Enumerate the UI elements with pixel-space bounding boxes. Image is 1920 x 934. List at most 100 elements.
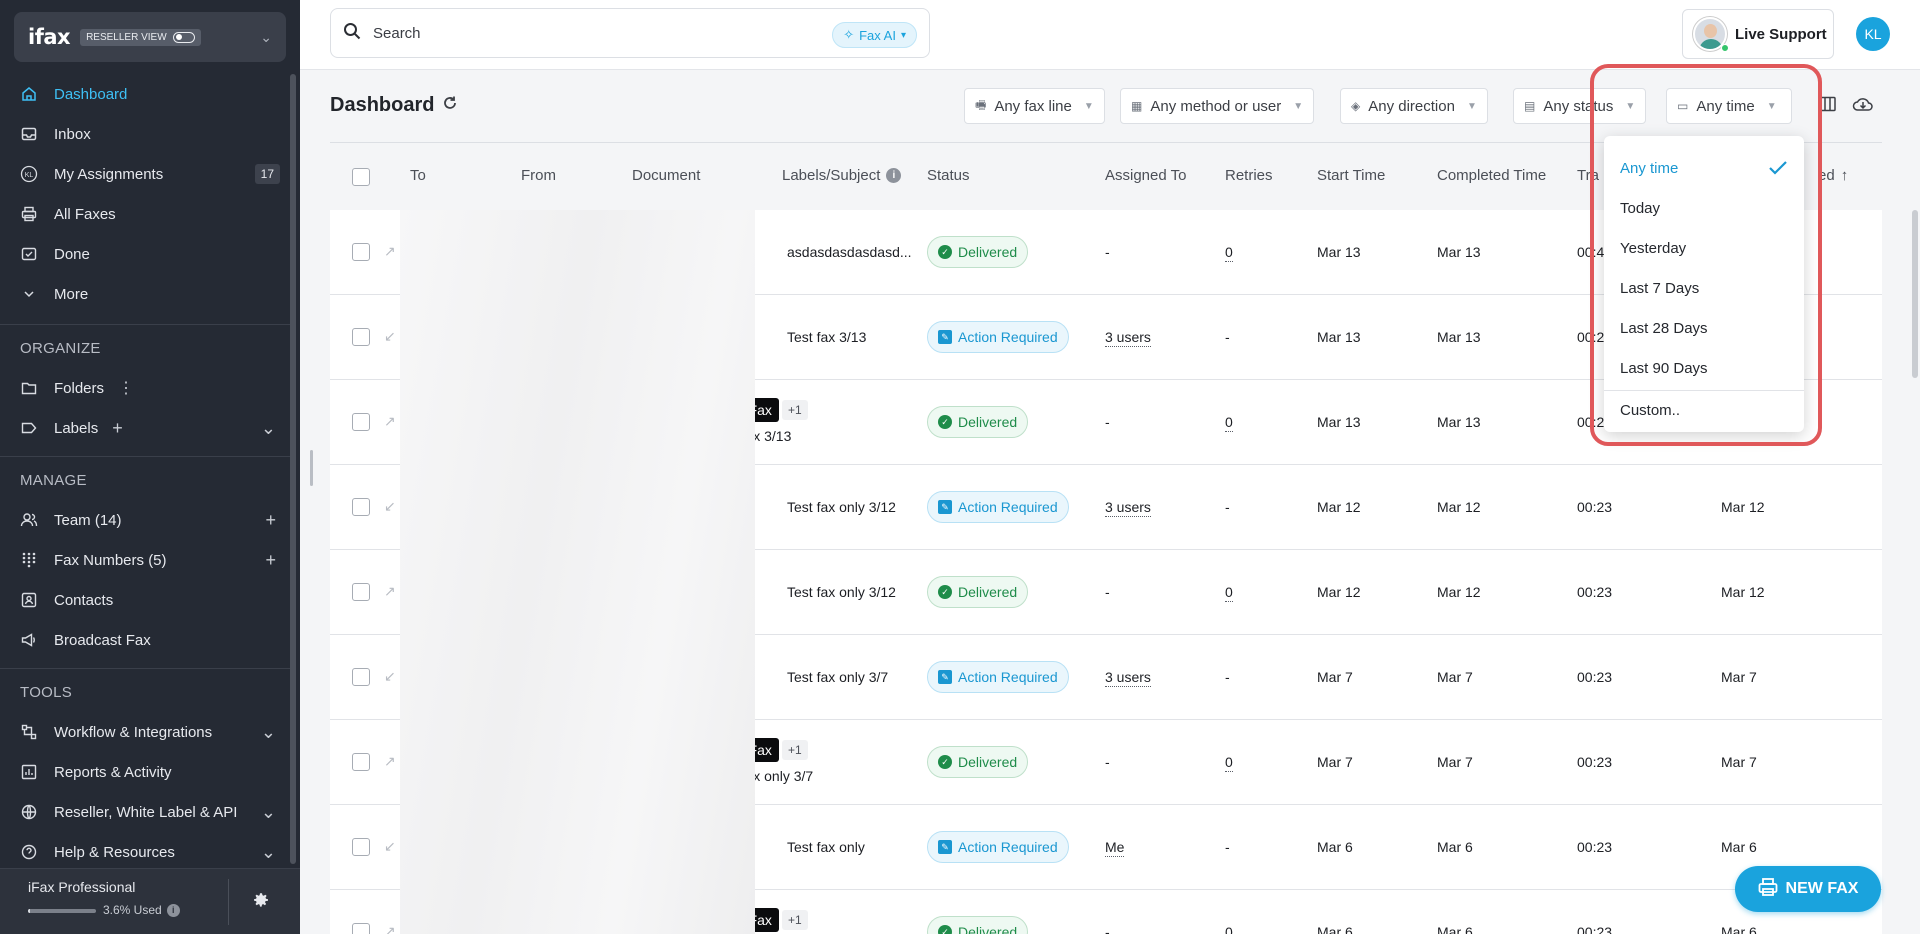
chevron-down-icon[interactable]: ⌄	[260, 29, 272, 46]
plan-footer: iFax Professional 3.6% Used i	[0, 868, 300, 934]
resize-handle[interactable]	[310, 450, 313, 486]
home-icon	[20, 85, 38, 103]
add-team-icon[interactable]: +	[265, 510, 276, 531]
row-checkbox[interactable]	[352, 668, 370, 686]
row-checkbox[interactable]	[352, 498, 370, 516]
column-header-status[interactable]: Status	[927, 167, 970, 184]
sidebar-item-label: Folders	[54, 379, 105, 397]
inbox-icon	[20, 125, 38, 143]
filter-direction[interactable]: ◈ Any direction ▼	[1340, 88, 1488, 124]
row-checkbox[interactable]	[352, 838, 370, 856]
gear-icon[interactable]	[252, 891, 270, 914]
filter-fax-line[interactable]: 🖷 Any fax line ▼	[964, 88, 1105, 124]
sidebar-item-contacts[interactable]: Contacts	[0, 580, 290, 620]
sidebar-item-all-faxes[interactable]: All Faxes	[0, 194, 290, 234]
search-icon	[343, 22, 361, 45]
sidebar-item-done[interactable]: Done	[0, 234, 290, 274]
kebab-menu-icon[interactable]: ⋮	[118, 378, 134, 398]
chevron-down-icon[interactable]: ⌄	[261, 722, 276, 743]
column-header-start-time[interactable]: Start Time	[1317, 167, 1385, 184]
add-fax-number-icon[interactable]: +	[265, 550, 276, 571]
sidebar-item-team[interactable]: Team (14) +	[0, 500, 290, 540]
sidebar-item-workflow[interactable]: Workflow & Integrations ⌄	[0, 712, 290, 752]
chevron-down-icon[interactable]: ⌄	[261, 842, 276, 863]
toggle-switch-icon[interactable]	[172, 31, 195, 43]
more-labels-badge[interactable]: +1	[782, 910, 808, 930]
sidebar-item-broadcast-fax[interactable]: Broadcast Fax	[0, 620, 290, 660]
sidebar-item-help[interactable]: Help & Resources ⌄	[0, 832, 290, 872]
section-title-tools: TOOLS	[20, 684, 73, 701]
column-header-last[interactable]: ed ↑	[1818, 167, 1848, 184]
completed-time: Mar 12	[1437, 584, 1481, 600]
row-checkbox[interactable]	[352, 753, 370, 771]
sidebar-item-dashboard[interactable]: Dashboard	[0, 74, 290, 114]
column-header-retries[interactable]: Retries	[1225, 167, 1273, 184]
column-header-document[interactable]: Document	[632, 167, 700, 184]
select-all-checkbox[interactable]	[352, 168, 370, 186]
assigned-to[interactable]: 3 users	[1105, 329, 1151, 347]
row-checkbox[interactable]	[352, 243, 370, 261]
chart-icon	[20, 763, 38, 781]
row-checkbox[interactable]	[352, 413, 370, 431]
status-badge: ✎ Action Required	[927, 661, 1069, 693]
live-support-button[interactable]: Live Support	[1682, 9, 1834, 59]
account-switcher[interactable]: ifax RESELLER VIEW ⌄	[14, 12, 286, 62]
action-required-icon: ✎	[938, 670, 952, 684]
sidebar-item-inbox[interactable]: Inbox	[0, 114, 290, 154]
info-icon[interactable]: i	[166, 903, 180, 917]
column-header-to[interactable]: To	[410, 167, 426, 184]
status-badge: ✎ Action Required	[927, 321, 1069, 353]
done-box-icon	[20, 245, 38, 263]
contacts-icon	[20, 591, 38, 609]
sidebar-scrollbar[interactable]	[290, 74, 296, 864]
search-input[interactable]: Search ✧ Fax AI ▾	[330, 8, 930, 58]
cloud-download-icon[interactable]	[1852, 96, 1874, 117]
more-labels-badge[interactable]: +1	[782, 740, 808, 760]
refresh-icon[interactable]	[442, 94, 458, 117]
sidebar-item-more[interactable]: More	[0, 274, 290, 314]
assigned-to[interactable]: 3 users	[1105, 499, 1151, 517]
column-header-completed-time[interactable]: Completed Time	[1437, 167, 1546, 184]
check-circle-icon: ✓	[938, 585, 952, 599]
row-checkbox[interactable]	[352, 923, 370, 934]
user-avatar[interactable]: KL	[1856, 17, 1890, 51]
retries-count[interactable]: 0	[1225, 754, 1233, 772]
sidebar: ifax RESELLER VIEW ⌄ Dashboard Inbox KL …	[0, 0, 300, 934]
status-badge: ✓ Delivered	[927, 406, 1029, 438]
sidebar-item-fax-numbers[interactable]: Fax Numbers (5) +	[0, 540, 290, 580]
svg-text:KL: KL	[25, 172, 34, 179]
info-icon[interactable]: i	[886, 168, 902, 183]
retries-count[interactable]: 0	[1225, 414, 1233, 432]
reseller-view-toggle[interactable]: RESELLER VIEW	[80, 28, 201, 46]
column-header-assigned[interactable]: Assigned To	[1105, 167, 1186, 184]
column-header-from[interactable]: From	[521, 167, 556, 184]
retries-count[interactable]: 0	[1225, 244, 1233, 262]
sidebar-item-my-assignments[interactable]: KL My Assignments 17	[0, 154, 290, 194]
section-title-manage: MANAGE	[20, 472, 87, 489]
retries-count: -	[1225, 499, 1230, 515]
retries-count[interactable]: 0	[1225, 584, 1233, 602]
sidebar-item-labels[interactable]: Labels + ⌄	[0, 408, 290, 448]
start-time: Mar 12	[1317, 499, 1361, 515]
row-checkbox[interactable]	[352, 583, 370, 601]
add-label-icon[interactable]: +	[112, 418, 123, 439]
row-checkbox[interactable]	[352, 328, 370, 346]
chevron-down-icon[interactable]: ⌄	[261, 418, 276, 439]
new-fax-button[interactable]: NEW FAX	[1735, 866, 1881, 912]
sidebar-item-label: Contacts	[54, 591, 114, 609]
assigned-to[interactable]: Me	[1105, 839, 1125, 857]
table-scrollbar[interactable]	[1912, 210, 1918, 378]
column-header-labels[interactable]: Labels/Subject i	[782, 167, 902, 184]
sidebar-item-reseller[interactable]: Reseller, White Label & API ⌄	[0, 792, 290, 832]
sidebar-item-label: Dashboard	[54, 85, 128, 103]
chevron-down-icon[interactable]: ⌄	[261, 802, 276, 823]
sidebar-item-reports[interactable]: Reports & Activity	[0, 752, 290, 792]
top-bar: Search ✧ Fax AI ▾ Live Support KL	[300, 0, 1920, 70]
fax-ai-button[interactable]: ✧ Fax AI ▾	[832, 22, 917, 48]
more-labels-badge[interactable]: +1	[782, 400, 808, 420]
retries-count[interactable]: 0	[1225, 924, 1233, 934]
assigned-to[interactable]: 3 users	[1105, 669, 1151, 687]
filter-method-user[interactable]: ▦ Any method or user ▼	[1120, 88, 1315, 124]
sidebar-item-folders[interactable]: Folders ⋮	[0, 368, 290, 408]
check-circle-icon: ✓	[938, 925, 952, 934]
